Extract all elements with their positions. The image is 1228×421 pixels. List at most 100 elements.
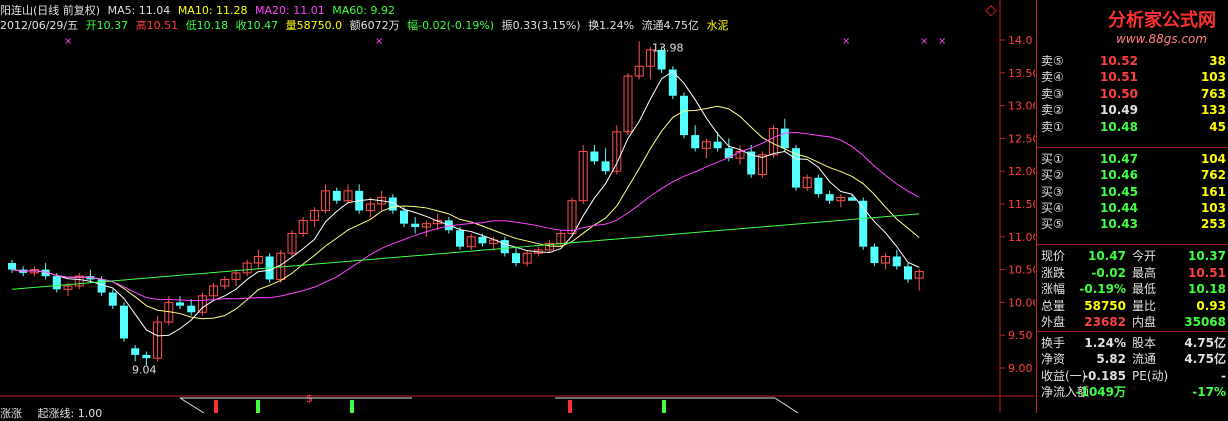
order-book-row[interactable]: 卖① 10.48 45 <box>1038 118 1228 136</box>
quote-label: 现价 <box>1041 249 1066 263</box>
candle-body-down <box>680 95 688 136</box>
site-logo-title: 分析家公式网 <box>1108 10 1216 31</box>
order-book-row[interactable]: 卖⑤ 10.52 38 <box>1038 52 1228 70</box>
quote-value: 10.47 <box>1088 249 1126 263</box>
corner-diamond-icon <box>985 5 997 17</box>
y-tick-label: 13.50 <box>1008 67 1035 80</box>
quote-value: 58750 <box>1084 298 1126 313</box>
close-label: 收10.47 <box>235 19 279 32</box>
quote-row: 换手 1.24% 股本 4.75亿 <box>1038 334 1228 352</box>
volume-label: 量58750.0 <box>285 19 343 32</box>
order-book-row[interactable]: 买④ 10.44 103 <box>1038 199 1228 217</box>
ma5-label: MA5: 11.04 <box>107 4 171 17</box>
header-row-2: 2012/06/29/五 开10.37 高10.51 低10.18 收10.47… <box>0 19 733 33</box>
y-tick-label: 13.00 <box>1008 100 1035 113</box>
order-level-label: 买③ <box>1041 184 1064 199</box>
ma60-label: MA60: 9.92 <box>332 4 395 17</box>
quote-row: 总量 58750 量比 0.93 <box>1038 297 1228 315</box>
quote-value-2: 10.37 <box>1188 249 1226 263</box>
quote-label: 涨幅 <box>1041 282 1066 296</box>
stock-title: 阳连山(日线 前复权) <box>0 4 101 17</box>
quote-label: 涨跌 <box>1041 265 1066 280</box>
order-volume: 253 <box>1200 217 1226 232</box>
event-marker: × <box>375 36 383 47</box>
candle-body-down <box>512 253 520 264</box>
order-book-row[interactable]: 买② 10.46 762 <box>1038 166 1228 184</box>
indicator-name: 涨涨 <box>0 407 22 420</box>
indicator-slope-left <box>179 397 205 413</box>
order-level-label: 买④ <box>1041 200 1064 215</box>
quote-row: 外盘 23682 内盘 35068 <box>1038 313 1228 331</box>
high-annotation: 13.98 <box>652 41 684 54</box>
order-book-row[interactable]: 卖③ 10.50 763 <box>1038 85 1228 103</box>
candle-body-down <box>713 141 722 149</box>
candle-body-down <box>691 135 700 149</box>
quote-value: -0.02 <box>1091 265 1126 280</box>
order-level-label: 卖④ <box>1041 70 1064 85</box>
order-volume: 161 <box>1200 184 1226 199</box>
candle-body-down <box>825 194 834 201</box>
order-level-label: 卖① <box>1041 119 1064 134</box>
order-volume: 133 <box>1200 103 1226 118</box>
order-level-label: 买① <box>1041 152 1064 166</box>
order-price: 10.45 <box>1100 184 1138 199</box>
order-book-divider <box>1037 147 1228 148</box>
order-volume: 38 <box>1209 54 1226 68</box>
kline-chart[interactable]: 14.0 13.50 13.00 12.50 12.00 11.50 11.00 10.50 1… <box>0 0 1035 413</box>
quote-value: 1.24% <box>1084 335 1126 350</box>
candle-body-down <box>814 177 823 195</box>
indicator-bar <box>214 400 218 413</box>
quote-row: 净流入额 -1049万 -17% <box>1038 383 1228 401</box>
quote-row: 涨跌 -0.02 最高 10.51 <box>1038 264 1228 282</box>
order-book-row[interactable]: 买③ 10.45 161 <box>1038 183 1228 201</box>
order-book-row[interactable]: 卖② 10.49 133 <box>1038 101 1228 119</box>
order-level-label: 买② <box>1041 168 1064 183</box>
order-volume: 103 <box>1200 70 1226 85</box>
change-label: 幅-0.02(-0.19%) <box>407 19 495 32</box>
y-tick-label: 12.50 <box>1008 132 1035 145</box>
indicator-header: 涨涨 起涨线: 1.00 <box>0 405 114 421</box>
quote-row: 涨幅 -0.19% 最低 10.18 <box>1038 280 1228 298</box>
candle-body-down <box>892 256 901 267</box>
order-book-row[interactable]: 买⑤ 10.43 253 <box>1038 215 1228 233</box>
event-marker: × <box>64 36 72 47</box>
quote-divider-2 <box>1037 331 1228 332</box>
quote-divider <box>1037 244 1228 245</box>
y-tick-label: 14.0 <box>1008 34 1033 47</box>
order-level-label: 卖③ <box>1041 86 1064 101</box>
quote-label-2: 今开 <box>1132 249 1157 263</box>
quote-value: -1049万 <box>1075 385 1126 399</box>
order-price: 10.51 <box>1100 70 1138 85</box>
event-marker: × <box>938 36 946 47</box>
quote-value-2: 4.75亿 <box>1184 335 1226 350</box>
low-annotation: 9.04 <box>132 363 157 376</box>
order-book-row[interactable]: 卖④ 10.51 103 <box>1038 68 1228 86</box>
order-volume: 103 <box>1200 200 1226 215</box>
low-label: 低10.18 <box>185 19 229 32</box>
ma60-line <box>11 213 920 290</box>
order-price: 10.52 <box>1100 54 1138 68</box>
order-price: 10.50 <box>1100 86 1138 101</box>
order-book-row[interactable]: 买① 10.47 104 <box>1038 150 1228 168</box>
amount-label: 额6072万 <box>349 19 400 32</box>
quote-label-2: PE(动) <box>1132 368 1169 383</box>
order-price: 10.44 <box>1100 200 1138 215</box>
date-label: 2012/06/29/五 <box>0 19 79 32</box>
quote-value-2: 10.18 <box>1188 282 1226 296</box>
y-tick-label: 10.00 <box>1008 296 1035 309</box>
high-label: 高10.51 <box>135 19 179 32</box>
quote-label-2: 流通 <box>1132 352 1157 366</box>
order-volume: 104 <box>1200 152 1226 166</box>
order-volume: 762 <box>1200 168 1226 183</box>
header-row-1: 阳连山(日线 前复权) MA5: 11.04 MA10: 11.28 MA20:… <box>0 4 399 18</box>
quote-label: 收益(一) <box>1041 368 1087 383</box>
quote-value-2: 4.75亿 <box>1184 352 1226 366</box>
indicator-bar <box>256 400 260 413</box>
y-tick-label: 10.50 <box>1008 264 1035 277</box>
quote-row: 净资 5.82 流通 4.75亿 <box>1038 350 1228 368</box>
kline-chart-area[interactable]: 14.0 13.50 13.00 12.50 12.00 11.50 11.00 10.50 1… <box>0 0 1035 413</box>
quote-value: -0.185 <box>1083 368 1126 383</box>
quote-value: 23682 <box>1084 315 1126 329</box>
indicator-line-label: 起涨线: 1.00 <box>37 407 103 420</box>
quote-value-2: - <box>1221 368 1226 383</box>
